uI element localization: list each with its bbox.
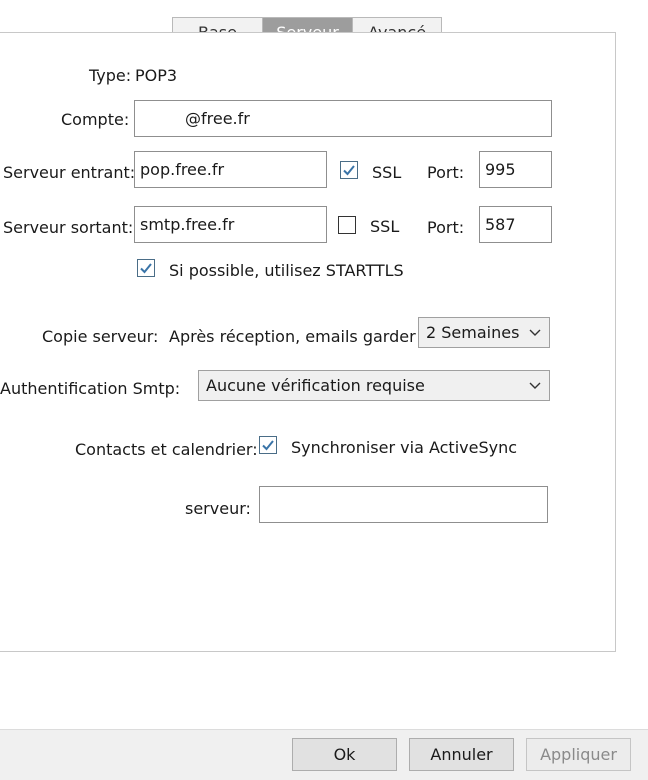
outgoing-server-label: Serveur sortant: [3, 218, 134, 237]
incoming-server-label: Serveur entrant: [3, 163, 136, 182]
outgoing-server-input[interactable]: smtp.free.fr [134, 206, 327, 243]
incoming-port-label: Port: [427, 163, 465, 182]
check-icon [343, 165, 355, 176]
outgoing-ssl-checkbox[interactable] [338, 216, 356, 234]
check-icon [140, 263, 152, 274]
account-input[interactable]: @free.fr [134, 100, 552, 137]
activesync-checkbox[interactable] [259, 436, 277, 454]
smtp-auth-label: Authentification Smtp: [0, 379, 181, 398]
sync-server-label: serveur: [185, 499, 251, 518]
server-copy-label: Copie serveur: [42, 327, 159, 346]
smtp-auth-dropdown[interactable]: Aucune vérification requise [198, 370, 550, 401]
server-copy-dropdown[interactable]: 2 Semaines [418, 317, 550, 348]
smtp-auth-selected: Aucune vérification requise [206, 376, 425, 395]
outgoing-port-label: Port: [427, 218, 465, 237]
type-value: POP3 [135, 66, 178, 85]
contacts-label: Contacts et calendrier: [75, 440, 258, 459]
outgoing-server-value: smtp.free.fr [140, 215, 235, 234]
outgoing-port-input[interactable]: 587 [479, 206, 552, 243]
cancel-button[interactable]: Annuler [409, 738, 514, 771]
incoming-ssl-checkbox[interactable] [340, 161, 358, 179]
account-label: Compte: [61, 110, 130, 129]
activesync-label: Synchroniser via ActiveSync [291, 438, 518, 457]
incoming-port-value: 995 [485, 160, 516, 179]
server-copy-sublabel: Après réception, emails garder [169, 327, 416, 346]
check-icon [262, 440, 274, 451]
chevron-down-icon [529, 329, 541, 336]
ok-button[interactable]: Ok [292, 738, 397, 771]
sync-server-input[interactable] [259, 486, 548, 523]
type-label: Type: [89, 66, 132, 85]
starttls-checkbox[interactable] [137, 259, 155, 277]
starttls-label: Si possible, utilisez STARTTLS [169, 261, 404, 280]
apply-button[interactable]: Appliquer [526, 738, 631, 771]
outgoing-port-value: 587 [485, 215, 516, 234]
outgoing-ssl-label: SSL [370, 217, 400, 236]
incoming-server-value: pop.free.fr [140, 160, 225, 179]
incoming-server-input[interactable]: pop.free.fr [134, 151, 327, 188]
account-value: @free.fr [185, 109, 250, 128]
incoming-ssl-label: SSL [372, 163, 402, 182]
server-copy-selected: 2 Semaines [426, 323, 520, 342]
incoming-port-input[interactable]: 995 [479, 151, 552, 188]
chevron-down-icon [529, 382, 541, 389]
